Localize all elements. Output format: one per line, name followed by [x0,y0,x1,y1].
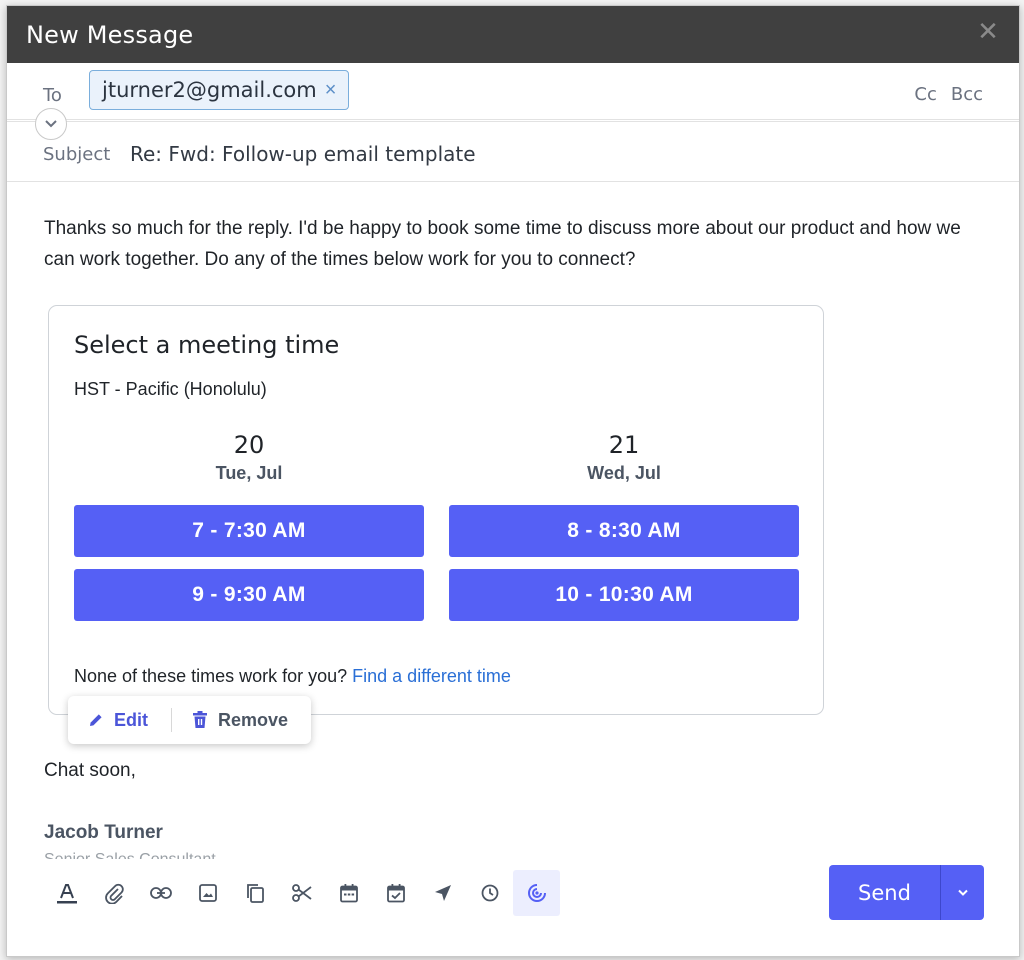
calendar-button[interactable] [325,870,372,916]
closing-line[interactable]: Chat soon, [44,760,136,782]
remove-label: Remove [218,709,289,730]
compose-titlebar[interactable]: New Message ✕ [7,6,1019,63]
pencil-icon [90,714,102,726]
find-different-time-link[interactable]: Find a different time [352,666,511,686]
card-actions-popover: Edit Remove [68,696,311,744]
day-name: Tue, Jul [215,463,283,483]
text-format-button[interactable] [43,870,90,916]
cc-bcc-links: Cc Bcc [914,84,983,105]
attach-icon [104,883,124,904]
to-label: To [43,85,62,106]
card-title: Select a meeting time [74,331,340,359]
calendar-check-icon [386,884,405,903]
no-time-prompt: None of these times work for you? Find a… [74,666,511,687]
to-row: To jturner2@gmail.com × Cc Bcc [7,63,1019,122]
recipient-chip[interactable]: jturner2@gmail.com × [89,70,350,110]
send-options-button[interactable] [940,865,984,920]
send-later-button[interactable] [419,870,466,916]
expand-fields-button[interactable] [35,108,67,140]
meeting-card[interactable]: Select a meeting time HST - Pacific (Hon… [48,305,824,715]
subject-input[interactable]: Re: Fwd: Follow-up email template [130,142,476,166]
time-slot-button[interactable]: 8 - 8:30 AM [449,505,799,557]
send-plane-icon [434,885,451,901]
remove-button[interactable]: Remove [192,710,288,731]
cut-button[interactable] [278,870,325,916]
calendar-check-button[interactable] [372,870,419,916]
send-button[interactable]: Send [829,865,940,920]
copy-button[interactable] [231,870,278,916]
day-name: Wed, Jul [587,463,661,483]
day-number: 21 [608,431,640,459]
copy-icon [246,884,264,903]
subject-label: Subject [43,144,111,165]
cc-button[interactable]: Cc [914,84,936,105]
signature-title: Senior Sales Consultant [44,851,216,859]
send-button-group: Send [829,865,984,920]
remove-recipient-icon[interactable]: × [325,80,337,100]
trash-icon [193,711,207,728]
scissors-icon [291,884,312,902]
image-icon [198,884,217,902]
schedule-button[interactable] [466,870,513,916]
subject-row[interactable]: Subject Re: Fwd: Follow-up email templat… [7,125,1019,182]
link-icon [149,887,172,899]
compose-window: New Message ✕ To jturner2@gmail.com × Cc… [6,5,1020,957]
text-format-icon [56,884,77,904]
recipient-email: jturner2@gmail.com [102,78,317,102]
no-time-text: None of these times work for you? [74,666,348,686]
format-toolbar [43,869,560,917]
signature-name[interactable]: Jacob Turner [44,822,163,844]
edit-button[interactable]: Edit [68,710,171,731]
meeting-scheduler-button[interactable] [513,870,560,916]
message-paragraph[interactable]: Thanks so much for the reply. I'd be hap… [44,213,984,275]
time-slot-button[interactable]: 9 - 9:30 AM [74,569,424,621]
popover-divider [171,708,172,732]
day-column-2: 21 Wed, Jul [449,431,799,484]
meeting-target-icon [527,884,546,902]
day-column-1: 20 Tue, Jul [74,431,424,484]
clock-icon [481,884,498,902]
timezone-label: HST - Pacific (Honolulu) [74,379,267,399]
chevron-down-icon [45,120,57,128]
link-button[interactable] [137,870,184,916]
time-slot-button[interactable]: 7 - 7:30 AM [74,505,424,557]
time-slot-button[interactable]: 10 - 10:30 AM [449,569,799,621]
chevron-down-icon [957,889,968,896]
calendar-icon [339,884,358,903]
bcc-button[interactable]: Bcc [951,84,983,105]
window-title: New Message [26,20,194,49]
close-icon[interactable]: ✕ [975,18,1001,44]
day-number: 20 [233,431,265,459]
image-button[interactable] [184,870,231,916]
attach-button[interactable] [90,870,137,916]
edit-label: Edit [114,709,148,730]
